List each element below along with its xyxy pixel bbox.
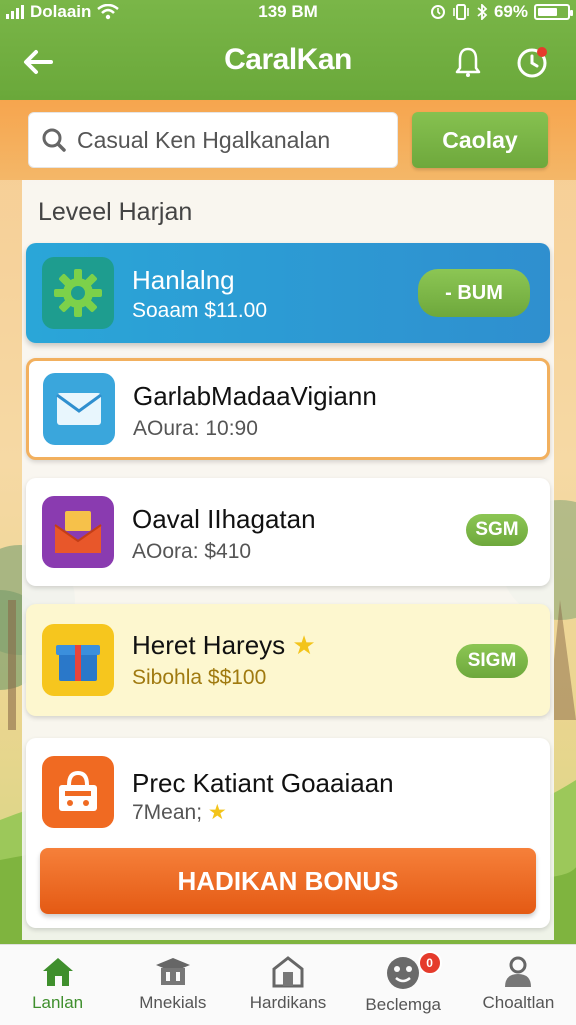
- offer-subtitle-text: 7Mean;: [132, 801, 203, 824]
- nav-label: Choaltlan: [482, 993, 555, 1012]
- envelope-gift-icon: [42, 496, 114, 568]
- section-title: Leveel Harjan: [38, 198, 193, 226]
- mail-icon: [43, 373, 115, 445]
- timer-button[interactable]: [512, 42, 552, 82]
- notification-button[interactable]: [448, 42, 488, 82]
- offer-subtitle: AOura: 10:90: [133, 417, 258, 440]
- status-bar: Dolaain 139 BM 69%: [0, 0, 576, 24]
- battery-icon: [534, 4, 573, 20]
- bell-icon: [455, 47, 481, 77]
- nav-label: Mnekials: [139, 993, 207, 1012]
- building-icon: [272, 956, 304, 988]
- offer-title: Prec Katiant Goaaiaan: [132, 768, 394, 798]
- nav-label: Hardikans: [249, 993, 327, 1012]
- gift-box-icon: [42, 624, 114, 696]
- nav-item-store[interactable]: Hardikans: [230, 945, 345, 1025]
- offer-subtitle: AOora: $410: [132, 540, 252, 563]
- offer-card[interactable]: Heret Hareys ★ Sibohla $$100 SIGM: [26, 604, 550, 716]
- offer-title: Hanlalng: [132, 265, 235, 295]
- offer-title: Oaval IIhagatan: [132, 504, 316, 534]
- clock-time: 139 BM: [258, 2, 318, 21]
- user-icon: [505, 956, 532, 987]
- offer-card[interactable]: Oaval IIhagatan AOora: $410 SGM: [26, 478, 550, 586]
- nav-item-games[interactable]: 0 Beclemga: [346, 945, 461, 1025]
- search-input[interactable]: [75, 125, 379, 155]
- bonus-cta-button[interactable]: HADIKAN BONUS: [40, 848, 536, 914]
- nav-item-home[interactable]: Lanlan: [0, 945, 115, 1025]
- nav-item-profile[interactable]: Choaltlan: [461, 945, 576, 1025]
- clock-icon: [517, 47, 547, 78]
- offer-card[interactable]: GarlabMadaaVigiann AOura: 10:90: [26, 358, 550, 460]
- offer-card[interactable]: Hanlalng Soaam $11.00 - BUM: [26, 243, 550, 343]
- nav-label: Lanlan: [32, 993, 84, 1012]
- nav-item-lessons[interactable]: Mnekials: [115, 945, 230, 1025]
- offer-subtitle: Soaam $11.00: [132, 299, 268, 322]
- search-bar-row: Caolay: [0, 100, 576, 180]
- star-icon: ★: [207, 801, 227, 824]
- search-button[interactable]: Caolay: [412, 112, 548, 168]
- offer-action-button[interactable]: SGM: [466, 514, 528, 546]
- gear-icon: [42, 257, 114, 329]
- offer-title-text: Heret Hareys: [132, 630, 286, 660]
- notification-badge: 0: [417, 951, 442, 975]
- offer-subtitle: 7Mean; ★: [132, 800, 227, 825]
- search-icon: [42, 128, 66, 152]
- shopping-basket-icon: [42, 756, 114, 828]
- star-icon: ★: [292, 630, 316, 660]
- graduation-icon: [155, 958, 190, 985]
- offer-action-button[interactable]: SIGM: [456, 644, 528, 678]
- page-title: CaralKan: [224, 43, 352, 76]
- offer-title: GarlabMadaaVigiann: [133, 381, 377, 411]
- search-field[interactable]: [28, 112, 398, 168]
- game-icon: [387, 957, 420, 989]
- home-icon: [42, 958, 73, 986]
- offer-action-button[interactable]: - BUM: [418, 269, 530, 317]
- offer-title: Heret Hareys ★: [132, 630, 316, 661]
- bottom-nav: Lanlan Mnekials Hardikans 0 Beclemga Cho…: [0, 944, 576, 1025]
- nav-label: Beclemga: [365, 995, 442, 1014]
- offer-subtitle: Sibohla $$100: [132, 666, 267, 689]
